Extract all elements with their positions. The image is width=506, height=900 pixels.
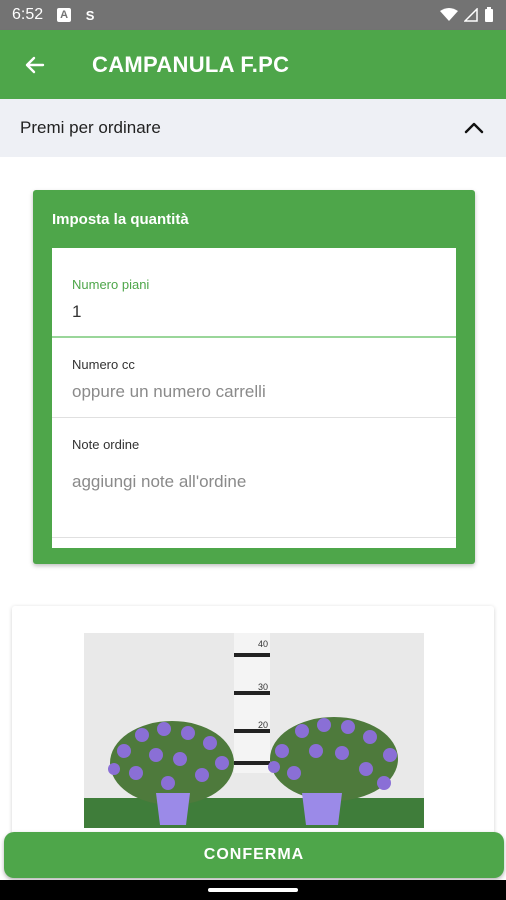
quantity-form: Numero piani 1 Numero cc oppure un numer… [52,248,456,548]
order-section-header[interactable]: Premi per ordinare [0,99,506,157]
home-gesture-handle[interactable] [208,888,298,892]
status-time: 6:52 [12,6,44,23]
floors-field-label: Numero piani [72,277,150,292]
wifi-icon [440,8,458,21]
notes-field-label: Note ordine [72,437,140,452]
notification-icon: A [57,8,72,22]
floors-field-value[interactable]: 1 [72,302,81,322]
page-title: CAMPANULA F.PC [92,51,290,77]
quantity-card: Imposta la quantità Numero piani 1 Numer… [33,190,475,564]
quantity-card-title: Imposta la quantità [52,211,189,228]
ruler-mark: 20 [258,720,268,730]
signal-icon [464,8,478,22]
product-photo: 40 30 20 [84,633,424,828]
sync-icon: S [85,7,95,23]
battery-icon [485,7,493,22]
cc-field-placeholder[interactable]: oppure un numero carrelli [72,382,266,402]
back-button[interactable] [18,48,52,82]
app-bar: CAMPANULA F.PC [0,30,506,99]
notes-field-placeholder[interactable]: aggiungi note all'ordine [72,472,246,492]
chevron-up-icon[interactable] [462,116,486,140]
order-section-label: Premi per ordinare [20,118,161,137]
notes-field[interactable]: Note ordine aggiungi note all'ordine [52,418,456,538]
system-nav-bar [0,880,506,900]
floors-field[interactable]: Numero piani 1 [52,248,456,338]
product-photo-card: 40 30 20 [12,606,494,836]
arrow-left-icon [25,56,45,73]
confirm-button[interactable]: CONFERMA [4,832,504,878]
cc-field[interactable]: Numero cc oppure un numero carrelli [52,338,456,418]
cc-field-label: Numero cc [72,357,135,372]
status-bar: 6:52 A S [0,0,506,30]
status-right [440,7,494,23]
ruler-mark: 40 [258,639,268,649]
ruler-mark: 30 [258,682,268,692]
